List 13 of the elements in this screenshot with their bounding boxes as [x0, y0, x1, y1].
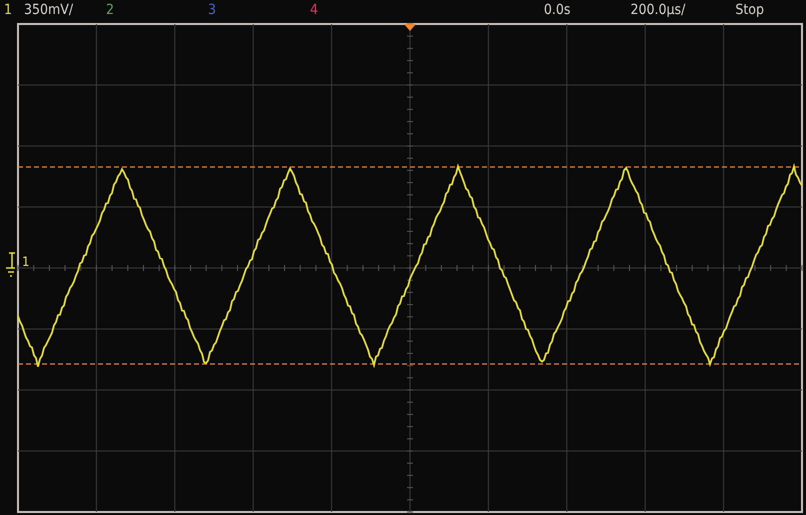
trigger-position-icon[interactable]	[404, 24, 416, 31]
channel-label[interactable]: 1	[4, 2, 24, 18]
time-delay: 0.0s	[544, 2, 570, 18]
cursor-line[interactable]	[18, 363, 802, 365]
cursor-line[interactable]	[18, 166, 802, 168]
vertical-scale: 350mV/	[24, 2, 74, 18]
channel-label[interactable]: 4	[310, 2, 318, 18]
ground-reference-icon[interactable]	[5, 252, 16, 277]
run-state[interactable]: Stop	[735, 2, 764, 18]
channel-label[interactable]: 3	[208, 2, 310, 18]
channel-marker: 1	[22, 256, 30, 270]
channel-label[interactable]: 2	[106, 2, 208, 18]
time-scale: 200.0µs/	[630, 2, 686, 18]
